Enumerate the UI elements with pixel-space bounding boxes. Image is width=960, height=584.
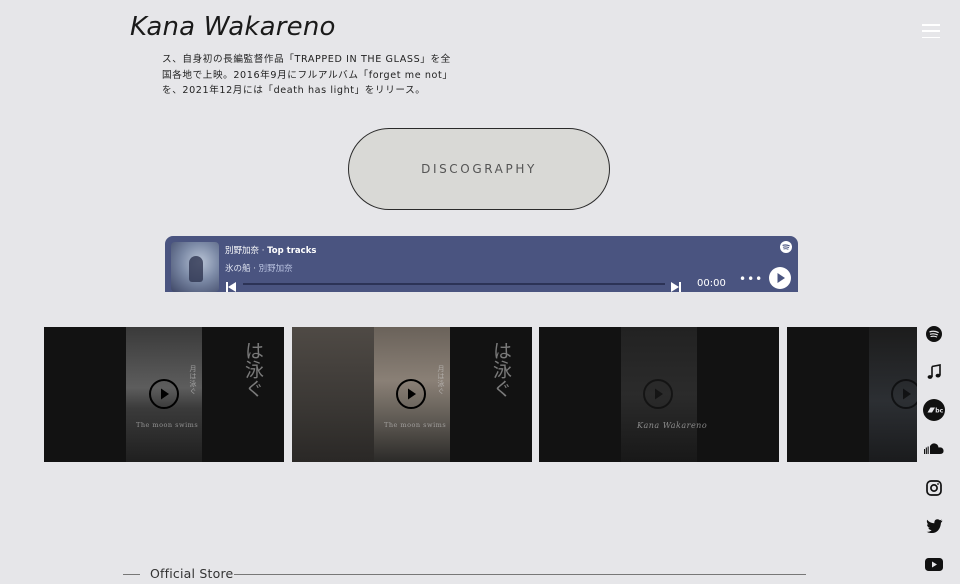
video-carousel: は泳ぐ 月は泳ぐ The moon swims は泳ぐ 月は泳ぐ The moo… <box>0 327 960 462</box>
player-track[interactable]: 氷の船 <box>225 264 251 274</box>
player-title: 別野加奈 · Top tracks <box>225 244 316 256</box>
bio-text: ス、自身初の長編監督作品「TRAPPED IN THE GLASS」を全 国各地… <box>162 52 462 99</box>
more-options-icon[interactable]: ••• <box>739 272 763 286</box>
video-thumbnail[interactable]: Kana Wakareno <box>539 327 779 462</box>
player-separator: · <box>250 264 259 274</box>
video-play-icon[interactable] <box>643 379 673 409</box>
album-art[interactable] <box>171 242 219 292</box>
video-caption: Kana Wakareno <box>637 421 708 430</box>
playback-time: 00:00 <box>697 278 726 289</box>
youtube-icon[interactable] <box>922 552 946 576</box>
spotify-logo-icon[interactable] <box>780 241 792 253</box>
store-divider-left <box>123 574 140 575</box>
discography-button[interactable]: DISCOGRAPHY <box>348 128 610 210</box>
video-caption: The moon swims <box>136 421 199 429</box>
player-track-artist[interactable]: 別野加奈 <box>259 264 293 274</box>
official-store-heading: Official Store <box>150 566 234 581</box>
video-title-text: は泳ぐ <box>490 341 512 398</box>
player-artist[interactable]: 別野加奈 <box>225 246 259 256</box>
hamburger-menu-icon[interactable] <box>922 24 940 38</box>
player-playlist: Top tracks <box>267 246 317 256</box>
twitter-icon[interactable] <box>922 514 946 538</box>
video-thumbnail[interactable]: は泳ぐ 月は泳ぐ The moon swims <box>44 327 284 462</box>
store-divider-right <box>234 574 806 575</box>
player-separator: · <box>259 246 268 256</box>
video-caption: The moon swims <box>384 421 447 429</box>
video-small-title: 月は泳ぐ <box>189 365 197 395</box>
bio-line: 国各地で上映。2016年9月にフルアルバム「forget me not」 <box>162 69 453 81</box>
soundcloud-icon[interactable] <box>922 436 946 460</box>
previous-track-icon[interactable] <box>225 278 237 292</box>
video-play-icon[interactable] <box>396 379 426 409</box>
video-thumbnail[interactable]: は泳ぐ 月は泳ぐ The moon swims <box>292 327 532 462</box>
bio-line: を、2021年12月には「death has light」をリリース。 <box>162 85 426 96</box>
bio-line: ス、自身初の長編監督作品「TRAPPED IN THE GLASS」を全 <box>162 54 451 65</box>
video-play-icon[interactable] <box>149 379 179 409</box>
progress-track[interactable] <box>243 283 665 285</box>
site-title[interactable]: Kana Wakareno <box>130 12 336 42</box>
apple-music-icon[interactable] <box>922 360 946 384</box>
video-play-icon[interactable] <box>891 379 917 409</box>
next-track-icon[interactable] <box>670 278 682 292</box>
svg-text:bc: bc <box>935 408 943 415</box>
spotify-icon[interactable] <box>922 322 946 346</box>
video-small-title: 月は泳ぐ <box>437 365 445 395</box>
instagram-icon[interactable] <box>922 476 946 500</box>
video-thumbnail[interactable] <box>787 327 917 462</box>
video-title-text: は泳ぐ <box>242 341 264 398</box>
player-subtitle: 氷の船 · 別野加奈 <box>225 262 293 274</box>
play-button[interactable] <box>769 267 791 289</box>
bandcamp-icon[interactable]: bc <box>922 398 946 422</box>
spotify-embed-player: 別野加奈 · Top tracks 氷の船 · 別野加奈 00:00 ••• <box>165 236 798 292</box>
